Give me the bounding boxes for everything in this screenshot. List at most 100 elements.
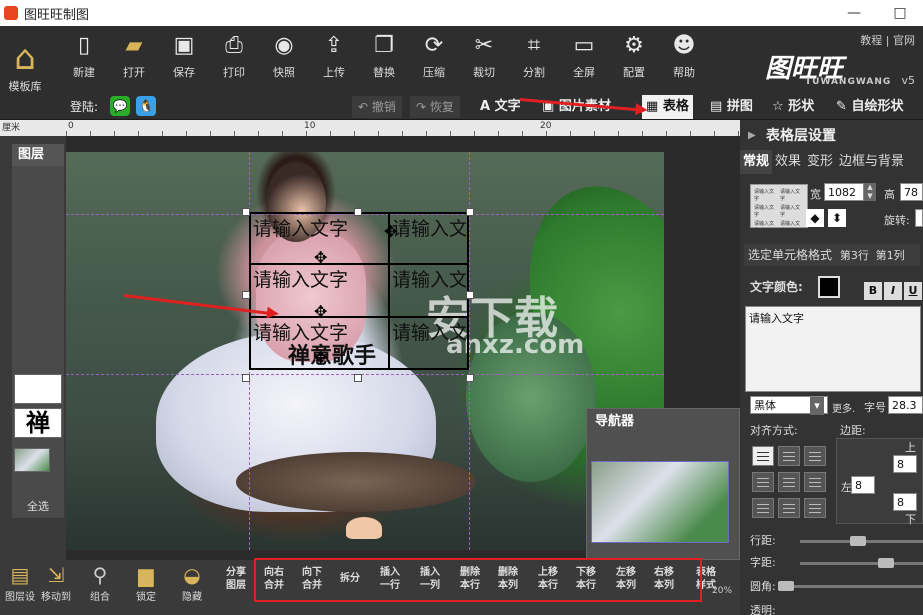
tab-table[interactable]: ▦ 表格 — [642, 95, 693, 119]
cell-row: 第3行 — [839, 249, 869, 262]
hide-button[interactable]: ◒ 隐藏 — [172, 562, 212, 603]
table-cell[interactable]: 请输入文字 — [392, 267, 466, 293]
corner-slider[interactable] — [780, 585, 923, 588]
snapshot-button[interactable]: ◉ 快照 — [262, 30, 306, 80]
help-button[interactable]: ☻ 帮助 — [662, 30, 706, 80]
undo-button[interactable]: ↶ 撤销 — [352, 96, 402, 118]
resize-handle[interactable] — [466, 291, 474, 299]
minimize-button[interactable]: — — [831, 5, 877, 21]
new-button[interactable]: ▯ 新建 — [62, 30, 106, 80]
move-icon[interactable]: ✥ — [314, 248, 327, 267]
flip-vertical-icon[interactable]: ⬍ — [828, 209, 846, 227]
margin-left-field[interactable]: 8 — [851, 476, 875, 494]
select-all-button[interactable]: 全选 — [12, 498, 64, 514]
align-bottom-center-button[interactable] — [778, 498, 800, 518]
align-middle-left-button[interactable] — [752, 472, 774, 492]
table-cell[interactable]: 请输入文字 — [253, 267, 387, 293]
tab-transform[interactable]: 变形 — [804, 150, 836, 174]
tab-border-bg[interactable]: 边框与背景 — [836, 150, 907, 174]
upload-button[interactable]: ⇪ 上传 — [312, 30, 356, 80]
margin-right-field[interactable]: 8 — [893, 493, 917, 511]
align-bottom-right-button[interactable] — [804, 498, 826, 518]
open-button[interactable]: ▰ 打开 — [112, 30, 156, 80]
group-button[interactable]: ⚲ 组合 — [80, 562, 120, 603]
text-color-swatch[interactable] — [818, 276, 840, 298]
align-top-left-button[interactable] — [752, 446, 774, 466]
tab-general[interactable]: 常规 — [740, 150, 773, 174]
move-icon[interactable]: ✥ — [314, 348, 327, 367]
move-icon[interactable]: ✥ — [314, 302, 327, 321]
tab-shape[interactable]: ☆ 形状 — [768, 95, 818, 119]
template-library-button[interactable]: ⌂ 模板库 — [2, 38, 48, 94]
margin-box: 上 8 左 8 8 下 — [836, 438, 923, 526]
width-stepper[interactable]: ▲ ▼ — [864, 183, 876, 201]
redo-button[interactable]: ↷ 恢复 — [410, 96, 460, 118]
fullscreen-button[interactable]: ▭ 全屏 — [562, 30, 606, 80]
align-top-center-button[interactable] — [778, 446, 800, 466]
align-bottom-left-button[interactable] — [752, 498, 774, 518]
cell-text-input[interactable]: 请输入文字 — [745, 306, 921, 392]
website-link[interactable]: 官网 — [893, 34, 915, 47]
maximize-button[interactable]: □ — [877, 5, 923, 21]
layer-signature-thumb[interactable]: 禅 — [14, 408, 62, 438]
height-field[interactable]: 78 — [900, 183, 923, 201]
tab-collage[interactable]: ▤ 拼图 — [706, 95, 757, 119]
resize-handle[interactable] — [354, 374, 362, 382]
compress-button[interactable]: ⟳ 压缩 — [412, 30, 456, 80]
align-middle-right-button[interactable] — [804, 472, 826, 492]
tutorial-link[interactable]: 教程 — [860, 34, 882, 47]
resize-handle[interactable] — [466, 208, 474, 216]
row-spacing-knob[interactable] — [850, 536, 866, 546]
chevron-down-icon: ▾ — [810, 397, 824, 415]
table-cell[interactable]: 请输入文字 — [392, 320, 466, 346]
rotate-field[interactable] — [915, 209, 923, 227]
tab-text[interactable]: A 文字 — [476, 95, 525, 119]
more-fonts-link[interactable]: 更多. — [832, 400, 855, 415]
resize-handle[interactable] — [242, 374, 250, 382]
underline-button[interactable]: U — [904, 282, 922, 300]
move-to-label: 移动到 — [41, 592, 71, 603]
config-button[interactable]: ⚙ 配置 — [612, 30, 656, 80]
bold-button[interactable]: B — [864, 282, 882, 300]
tab-text-label: 文字 — [494, 99, 521, 114]
resize-handle[interactable] — [354, 208, 362, 216]
resize-handle[interactable] — [466, 374, 474, 382]
navigator-thumbnail[interactable] — [591, 461, 729, 543]
save-button[interactable]: ▣ 保存 — [162, 30, 206, 80]
layer-table-thumb[interactable] — [14, 374, 62, 404]
table-cell[interactable]: 请输入文字 — [392, 216, 466, 242]
table-cell[interactable]: 请输入文字 — [253, 216, 387, 242]
opacity-label: 透明: — [750, 604, 776, 615]
flip-horizontal-icon[interactable]: ◆ — [806, 209, 824, 227]
width-field[interactable]: 1082 — [824, 183, 864, 201]
resize-handle[interactable] — [242, 291, 250, 299]
italic-button[interactable]: I — [884, 282, 902, 300]
wechat-login-icon[interactable]: 💬 — [110, 96, 130, 116]
layer-photo-thumb[interactable] — [14, 448, 50, 472]
split-button[interactable]: ⌗ 分割 — [512, 30, 556, 80]
signature-text[interactable]: 禅意歌手 — [288, 338, 376, 370]
char-spacing-slider[interactable] — [800, 562, 923, 565]
layer-settings-button[interactable]: ▤ 图层设 — [0, 562, 40, 603]
resize-handle[interactable] — [242, 208, 250, 216]
tab-effects[interactable]: 效果 — [772, 150, 804, 174]
align-middle-center-button[interactable] — [778, 472, 800, 492]
fullscreen-label: 全屏 — [573, 66, 595, 79]
move-to-button[interactable]: ⇲ 移动到 — [36, 562, 76, 603]
share-layer-button[interactable]: 分享 图层 — [220, 566, 252, 592]
lock-button[interactable]: ▆ 锁定 — [126, 562, 166, 603]
ruler-tick: 0 — [68, 121, 74, 131]
margin-top-field[interactable]: 8 — [893, 455, 917, 473]
crop-button[interactable]: ✂ 裁切 — [462, 30, 506, 80]
print-button[interactable]: ⎙ 打印 — [212, 30, 256, 80]
align-top-right-button[interactable] — [804, 446, 826, 466]
corner-knob[interactable] — [778, 581, 794, 591]
replace-button[interactable]: ❐ 替换 — [362, 30, 406, 80]
font-size-field[interactable]: 28.3 — [888, 396, 923, 414]
char-spacing-knob[interactable] — [878, 558, 894, 568]
tab-draw[interactable]: ✎ 自绘形状 — [832, 95, 907, 119]
move-icon[interactable]: ✥ — [384, 222, 397, 241]
cell-col: 第1列 — [875, 249, 905, 262]
qq-login-icon[interactable]: 🐧 — [136, 96, 156, 116]
font-select[interactable]: 黑体 ▾ — [750, 396, 828, 415]
